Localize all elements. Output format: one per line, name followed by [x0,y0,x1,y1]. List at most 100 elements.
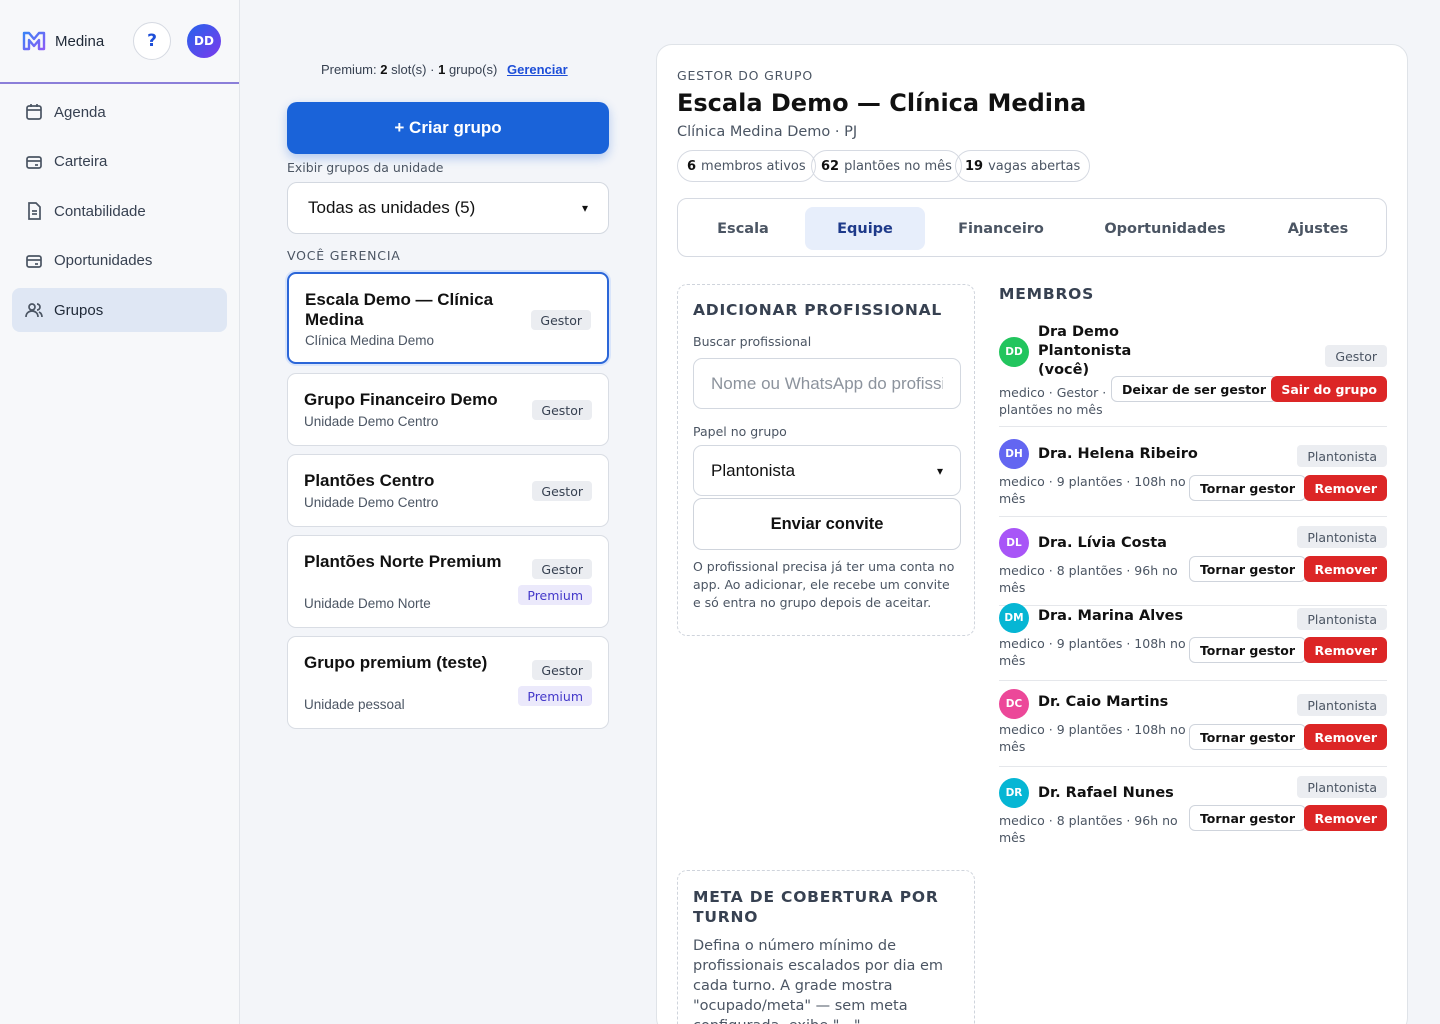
app-name: Medina [55,32,105,50]
role-badge: Plantonista [1297,526,1387,548]
members-title: MEMBROS [999,285,1095,303]
sidebar-item-oportunidades[interactable]: Oportunidades [12,239,227,283]
sidebar-item-contabilidade[interactable]: Contabilidade [12,189,227,233]
slots-count: 2 [380,62,388,77]
sidebar: Medina ? DD Agenda Carteira Contabilidad… [0,0,240,1024]
sidebar-item-agenda[interactable]: Agenda [12,90,227,134]
help-button[interactable]: ? [133,22,171,60]
group-card[interactable]: Plantões Centro Unidade Demo Centro Gest… [287,454,609,527]
member-name: Dr. Rafael Nunes [1038,785,1174,801]
member-meta: medico · 8 plantões · 96h no mês [999,813,1178,845]
member-avatar: DL [999,528,1029,558]
group-card[interactable]: Grupo premium (teste) Unidade pessoal Ge… [287,636,609,729]
remove-manager-button[interactable]: Deixar de ser gestor [1111,376,1277,402]
document-icon [28,202,41,220]
sidebar-nav: Agenda Carteira Contabilidade Oportunida… [0,84,239,344]
member-row: DL Dra. Lívia Costa medico · 8 plantões … [999,526,1387,606]
sidebar-item-carteira[interactable]: Carteira [12,140,227,184]
coverage-title: META DE COBERTURA POR TURNO [693,888,939,926]
role-select[interactable]: Plantonista ▾ [693,445,961,496]
group-title: Plantões Centro [304,471,435,490]
managing-heading: VOCÊ GERENCIA [287,248,401,263]
remove-member-button[interactable]: Remover [1304,805,1387,831]
briefcase-icon [26,254,42,268]
group-title: Grupo premium (teste) [304,653,488,672]
make-manager-button[interactable]: Tornar gestor [1188,637,1306,663]
group-detail-title: Escala Demo — Clínica Medina [677,89,1087,117]
tab-financeiro[interactable]: Financeiro [942,207,1060,250]
send-invite-button[interactable]: Enviar convite [693,498,961,550]
tab-oportunidades[interactable]: Oportunidades [1093,207,1237,250]
sidebar-item-label: Contabilidade [54,202,146,220]
remove-member-button[interactable]: Remover [1304,724,1387,750]
gestor-badge: Gestor [531,310,591,330]
remove-member-button[interactable]: Remover [1304,475,1387,501]
medina-logo-icon [22,31,46,51]
stat-active-members: 6 membros ativos [677,150,816,182]
stat-label: membros ativos [701,158,806,174]
make-manager-button[interactable]: Tornar gestor [1188,724,1306,750]
group-card[interactable]: Grupo Financeiro Demo Unidade Demo Centr… [287,373,609,446]
group-card[interactable]: Escala Demo — Clínica Medina Clínica Med… [287,272,609,364]
role-badge: Gestor [1325,345,1387,367]
role-badge: Plantonista [1297,694,1387,716]
role-badge: Plantonista [1297,776,1387,798]
role-label: Papel no grupo [693,424,787,439]
group-title: Escala Demo — Clínica Medina [305,290,494,329]
role-badge: Plantonista [1297,445,1387,467]
member-row: DD Dra Demo Plantonista (você) medico · … [999,323,1387,427]
member-name: Dra. Helena Ribeiro [1038,446,1198,462]
sidebar-header: Medina ? DD [0,0,239,84]
group-subtitle: Unidade Demo Centro [304,414,439,429]
make-manager-button[interactable]: Tornar gestor [1188,805,1306,831]
member-avatar: DR [999,778,1029,808]
make-manager-button[interactable]: Tornar gestor [1188,556,1306,582]
remove-member-button[interactable]: Remover [1304,556,1387,582]
member-avatar: DM [999,603,1029,633]
stat-value: 62 [821,158,840,174]
search-label: Buscar profissional [693,334,812,349]
sidebar-item-grupos[interactable]: Grupos [12,288,227,332]
member-avatar: DC [999,689,1029,719]
tab-ajustes[interactable]: Ajustes [1268,207,1368,250]
sidebar-item-label: Oportunidades [54,252,153,269]
groups-label: grupo(s) [448,62,498,77]
stat-label: plantões no mês [844,158,952,174]
group-card[interactable]: Plantões Norte Premium Unidade Demo Nort… [287,535,609,628]
wallet-icon [26,155,42,169]
role-eyebrow: GESTOR DO GRUPO [677,68,813,83]
member-row: DH Dra. Helena Ribeiro medico · 9 plantõ… [999,439,1387,517]
member-meta: medico · 9 plantões · 108h no mês [999,636,1186,668]
users-icon [25,303,43,318]
remove-member-button[interactable]: Remover [1304,637,1387,663]
stat-label: vagas abertas [988,158,1081,174]
tab-escala[interactable]: Escala [688,207,798,250]
group-detail-subtitle: Clínica Medina Demo · PJ [677,124,858,140]
gestor-badge: Gestor [532,481,592,501]
member-meta: medico · 9 plantões · 108h no mês [999,722,1186,754]
member-name: Dra Demo Plantonista (você) [1038,324,1132,378]
sidebar-item-label: Agenda [54,103,106,121]
member-row: DC Dr. Caio Martins medico · 9 plantões … [999,689,1387,767]
premium-summary: Premium: 2 slot(s) · 1 grupo(s) Gerencia… [321,62,568,77]
leave-group-button[interactable]: Sair do grupo [1271,376,1387,402]
calendar-icon [26,104,42,120]
premium-badge: Premium [518,585,592,605]
group-subtitle: Clínica Medina Demo [305,333,435,348]
tab-equipe[interactable]: Equipe [805,207,925,250]
member-name: Dr. Caio Martins [1038,694,1169,710]
manage-link[interactable]: Gerenciar [507,62,568,77]
members-section: MEMBROS DD Dra Demo Plantonista (você) m… [999,285,1387,845]
slots-label: slot(s) · [391,62,435,77]
invite-help-text: O profissional precisa já ter uma conta … [693,559,955,610]
sidebar-item-label: Grupos [54,301,104,319]
detail-tabs: Escala Equipe Financeiro Oportunidades A… [677,198,1387,257]
search-input[interactable]: Nome ou WhatsApp do profissional [693,358,961,409]
stat-value: 19 [965,158,984,174]
make-manager-button[interactable]: Tornar gestor [1188,475,1306,501]
create-group-button[interactable]: + Criar grupo [287,102,609,154]
user-avatar[interactable]: DD [187,24,221,58]
unit-filter-label: Exibir grupos da unidade [287,160,444,175]
add-professional-card: ADICIONAR PROFISSIONAL Buscar profission… [677,284,975,636]
unit-filter-select[interactable]: Todas as unidades (5) ▾ [287,182,609,234]
